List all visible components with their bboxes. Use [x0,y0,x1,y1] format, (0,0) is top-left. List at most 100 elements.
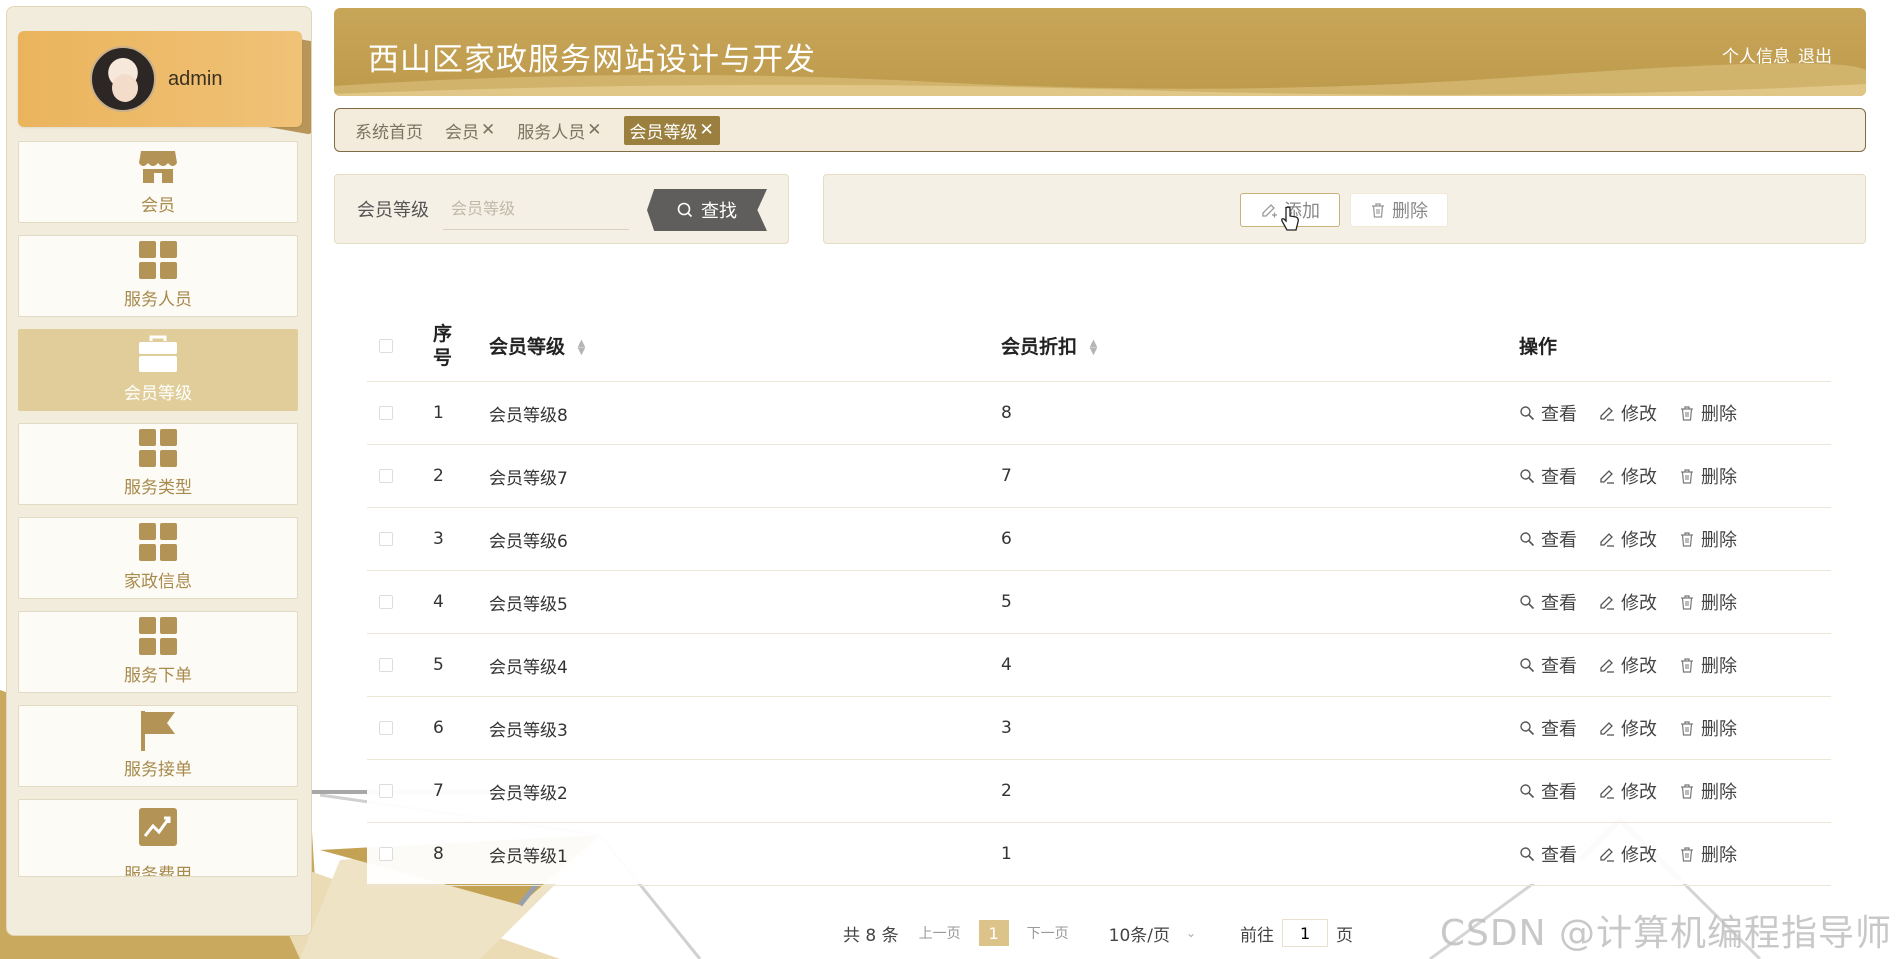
sidebar-item-service-accept[interactable]: 服务接单 [18,705,298,787]
page-number-current[interactable]: 1 [978,920,1009,946]
goto-page-input[interactable] [1282,919,1329,947]
row-delete-button[interactable]: 删除 [1679,778,1737,804]
view-label: 查看 [1541,656,1577,677]
row-checkbox[interactable] [379,406,393,420]
sidebar-item-member-level[interactable]: 会员等级 [18,329,298,411]
edit-button[interactable]: 修改 [1599,715,1657,741]
edit-button[interactable]: 修改 [1599,778,1657,804]
sidebar-item-label: 会员等级 [124,384,192,404]
view-button[interactable]: 查看 [1519,526,1577,552]
table-row: 8 会员等级1 1 查看 修改 删除 [367,823,1831,886]
tab-service-staff[interactable]: 服务人员 ✕ [517,118,601,143]
cell-index: 5 [433,655,444,675]
sidebar-item-label: 服务类型 [124,478,192,498]
select-all-checkbox[interactable] [379,338,393,353]
row-delete-button[interactable]: 删除 [1679,526,1737,552]
row-actions: 查看 修改 删除 [1519,778,1737,804]
column-header-level[interactable]: 会员等级 ▲ ▼ [489,332,585,359]
logout-link[interactable]: 退出 [1798,42,1832,67]
page-size-select[interactable]: 10条/页 ⌄ [1109,921,1196,946]
row-delete-label: 删除 [1701,782,1737,803]
profile-link[interactable]: 个人信息 [1722,42,1790,67]
view-label: 查看 [1541,404,1577,425]
close-icon[interactable]: ✕ [481,120,495,140]
trash-icon [1681,406,1693,421]
view-label: 查看 [1541,782,1577,803]
edit-button[interactable]: 修改 [1599,652,1657,678]
delete-button[interactable]: 删除 [1350,193,1448,227]
row-delete-label: 删除 [1701,530,1737,551]
view-button[interactable]: 查看 [1519,463,1577,489]
view-button[interactable]: 查看 [1519,715,1577,741]
close-icon[interactable]: ✕ [700,120,714,140]
prev-page-button[interactable]: 上一页 [919,923,961,943]
row-actions: 查看 修改 删除 [1519,463,1737,489]
edit-button[interactable]: 修改 [1599,463,1657,489]
edit-button[interactable]: 修改 [1599,589,1657,615]
row-delete-button[interactable]: 删除 [1679,715,1737,741]
chevron-down-icon: ⌄ [1185,926,1197,940]
tab-label: 会员等级 [629,122,698,143]
user-card: admin [18,31,311,135]
row-delete-button[interactable]: 删除 [1679,652,1737,678]
sidebar-item-service-type[interactable]: 服务类型 [18,423,298,505]
search-icon [1520,658,1535,673]
search-icon [1520,721,1535,736]
view-button[interactable]: 查看 [1519,400,1577,426]
row-delete-button[interactable]: 删除 [1679,841,1737,867]
row-delete-button[interactable]: 删除 [1679,463,1737,489]
row-checkbox[interactable] [379,658,393,672]
search-button[interactable]: 查找 [647,189,767,231]
tab-member-level[interactable]: 会员等级 ✕ [623,115,720,145]
row-checkbox[interactable] [379,784,393,798]
row-delete-button[interactable]: 删除 [1679,400,1737,426]
row-checkbox[interactable] [379,847,393,861]
edit-label: 修改 [1621,404,1657,425]
view-label: 查看 [1541,593,1577,614]
column-header-discount[interactable]: 会员折扣 ▲ ▼ [1001,332,1097,359]
sidebar-item-label: 服务人员 [124,290,192,310]
cell-index: 1 [433,403,444,423]
column-header-label: 会员等级 [489,336,566,358]
sidebar-item-label: 服务接单 [124,760,192,780]
edit-button[interactable]: 修改 [1599,400,1657,426]
sidebar-item-member[interactable]: 会员 [18,141,298,223]
sort-icon[interactable]: ▲ ▼ [1090,338,1098,356]
view-button[interactable]: 查看 [1519,652,1577,678]
edit-button[interactable]: 修改 [1599,841,1657,867]
row-delete-button[interactable]: 删除 [1679,589,1737,615]
view-button[interactable]: 查看 [1519,778,1577,804]
tab-label: 会员 [445,122,479,143]
cell-level: 会员等级2 [489,783,568,804]
avatar[interactable] [90,46,156,112]
view-button[interactable]: 查看 [1519,841,1577,867]
sidebar-item-housekeeping-info[interactable]: 家政信息 [18,517,298,599]
sidebar-item-service-order[interactable]: 服务下单 [18,611,298,693]
cell-index: 7 [433,781,444,801]
search-input[interactable] [443,188,629,230]
row-delete-label: 删除 [1701,719,1737,740]
tab-home[interactable]: 系统首页 [355,118,423,143]
next-page-button[interactable]: 下一页 [1027,923,1069,943]
row-checkbox[interactable] [379,595,393,609]
row-checkbox[interactable] [379,532,393,546]
sort-icon[interactable]: ▲ ▼ [578,338,586,356]
edit-button[interactable]: 修改 [1599,526,1657,552]
data-table: 序号 会员等级 ▲ ▼ 会员折扣 ▲ ▼ 操作 1 会员等级8 8 查看 修改 删除 2 会员等级… [367,310,1831,886]
edit-plus-icon [1262,204,1277,218]
tab-member[interactable]: 会员 ✕ [445,118,495,143]
edit-label: 修改 [1621,845,1657,866]
sidebar-item-service-staff[interactable]: 服务人员 [18,235,298,317]
cell-discount: 4 [1001,655,1012,675]
view-button[interactable]: 查看 [1519,589,1577,615]
shop-icon [139,151,177,183]
sidebar-item-service-fee[interactable]: 服务费用 [18,799,298,877]
row-checkbox[interactable] [379,721,393,735]
cell-discount: 3 [1001,718,1012,738]
row-checkbox[interactable] [379,469,393,483]
column-header-index: 序号 [433,322,453,369]
edit-label: 修改 [1621,530,1657,551]
close-icon[interactable]: ✕ [587,120,601,140]
trash-icon [1681,469,1693,484]
action-panel: 添加 删除 [823,174,1866,244]
